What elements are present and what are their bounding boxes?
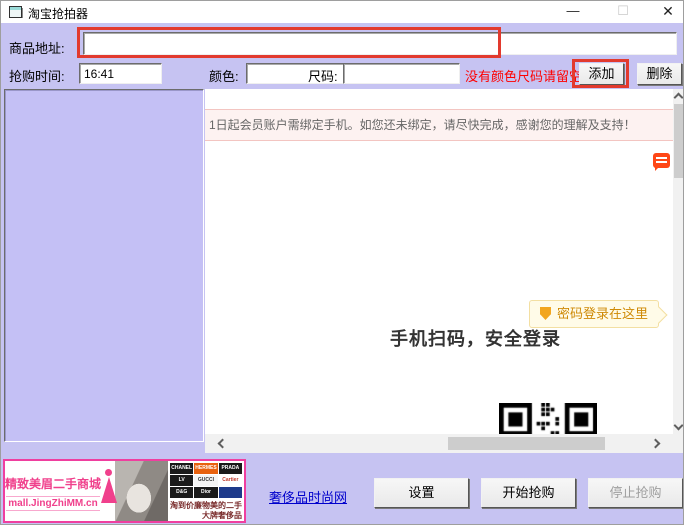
color-label: 颜色: [209,66,239,85]
brand-tile: PRADA [219,463,242,474]
title-bar: 淘宝抢拍器 — ☐ ✕ [1,1,683,23]
stop-grab-button[interactable]: 停止抢购 [588,478,683,508]
shield-icon [540,307,551,320]
maximize-button[interactable]: ☐ [604,1,642,23]
size-input[interactable] [343,63,460,84]
scroll-up-icon[interactable] [674,93,684,103]
start-grab-button[interactable]: 开始抢购 [481,478,576,508]
size-label: 尺码: [308,66,338,85]
ad-banner-text: 精致美眉二手商城 mall.JingZhiMM.cn [5,461,101,521]
qr-code [499,403,597,434]
bind-phone-notice: 1日起会员账户需绑定手机。如您还未绑定，请尽快完成，感谢您的理解及支持！ [205,109,673,141]
brand-tile [219,487,242,498]
task-list[interactable] [4,89,204,442]
window-title: 淘宝抢拍器 [28,5,88,22]
settings-button[interactable]: 设置 [374,478,469,508]
brand-logos: CHANELHERMESPRADA LVGUCCICartier D&GDior 淘… [168,461,244,521]
scrollbar-corner [673,434,684,453]
brand-tile: D&G [170,487,193,498]
time-label: 抢购时间: [9,66,65,85]
leave-blank-hint: 没有颜色尺码请留空 [465,66,582,85]
horizontal-scrollbar[interactable] [205,434,673,453]
ad-slogan-line2: 大牌奢侈品 [170,511,242,521]
app-icon [9,6,22,18]
brand-tile: GUCCI [194,475,217,486]
scan-login-title: 手机扫码，安全登录 [390,325,561,351]
ad-slogan-line1: 淘到价廉物美的二手 [170,501,242,511]
password-login-tooltip: 密码登录在这里 [529,300,659,328]
add-button[interactable]: 添加 [579,63,624,85]
product-address-label: 商品地址: [9,38,65,57]
tooltip-text: 密码登录在这里 [557,306,648,321]
ad-title: 精致美眉二手商城 [5,475,101,492]
close-button[interactable]: ✕ [649,1,684,23]
brand-tile: HERMES [194,463,217,474]
vertical-scrollbar[interactable] [673,89,684,434]
embedded-browser: 1日起会员账户需绑定手机。如您还未绑定，请尽快完成，感谢您的理解及支持！ 密码登… [205,89,673,434]
app-window: 淘宝抢拍器 — ☐ ✕ 商品地址: 抢购时间: 颜色: 尺码: 没有颜色尺码请留… [0,0,684,525]
ad-url: mall.JingZhiMM.cn [6,496,99,511]
chat-bubble-icon[interactable] [653,153,670,168]
vertical-scroll-thumb[interactable] [674,104,684,178]
woman-silhouette-icon [101,461,115,521]
brand-tile: Dior [194,487,217,498]
brand-tile: LV [170,475,193,486]
minimize-button[interactable]: — [554,1,592,23]
brand-tile: CHANEL [170,463,193,474]
time-input[interactable] [79,63,162,84]
scroll-down-icon[interactable] [674,421,684,431]
brand-tile: Cartier [219,475,242,486]
delete-button[interactable]: 删除 [637,63,682,85]
luxury-site-link[interactable]: 奢侈品时尚网 [269,487,347,506]
scroll-right-icon[interactable] [651,439,661,449]
product-address-input[interactable] [83,32,677,55]
tooltip-arrow [651,307,668,324]
scroll-left-icon[interactable] [218,439,228,449]
horizontal-scroll-thumb[interactable] [448,437,605,450]
ad-photo [115,461,168,521]
ad-banner[interactable]: 精致美眉二手商城 mall.JingZhiMM.cn CHANELHERMESP… [3,459,246,523]
